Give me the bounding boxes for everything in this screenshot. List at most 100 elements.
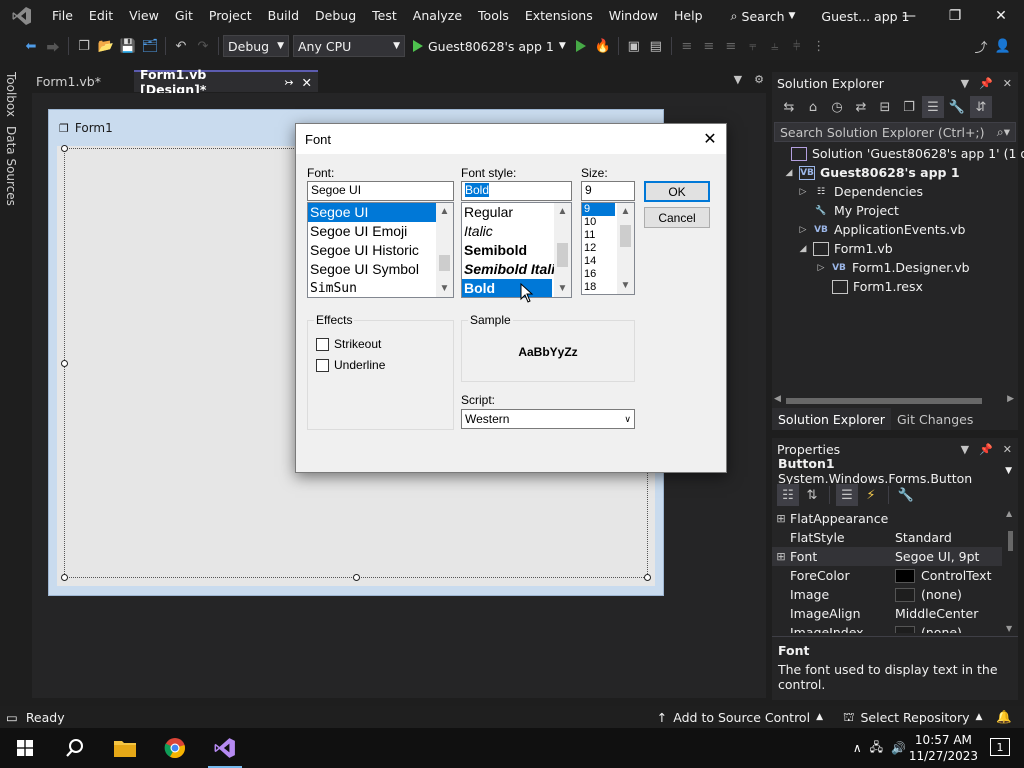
switch-views-icon[interactable]: ⇆: [778, 96, 800, 118]
scroll-thumb[interactable]: [786, 398, 982, 404]
browser-link-icon[interactable]: ▣: [623, 35, 645, 57]
clock[interactable]: 10:57 AM 11/27/2023: [909, 732, 978, 764]
scroll-down-icon[interactable]: ▼: [436, 280, 453, 297]
property-row[interactable]: FlatStyle Standard: [772, 528, 1002, 547]
chrome-button[interactable]: [150, 728, 200, 768]
font-list-item[interactable]: SimSun: [308, 279, 453, 297]
resize-handle[interactable]: [644, 574, 651, 581]
expand-arrow-icon[interactable]: ▷: [816, 263, 826, 273]
scroll-thumb[interactable]: [439, 255, 450, 271]
close-icon[interactable]: ✕: [698, 128, 722, 150]
history-icon[interactable]: ◷: [826, 96, 848, 118]
tree-item-application-events[interactable]: ▷ VB ApplicationEvents.vb: [798, 220, 966, 239]
close-button[interactable]: ✕: [978, 0, 1024, 32]
menu-project[interactable]: Project: [201, 0, 260, 32]
scroll-left-icon[interactable]: ◀: [774, 394, 781, 404]
chevron-down-icon[interactable]: ▼: [734, 73, 742, 86]
collapse-arrow-icon[interactable]: ◢: [798, 244, 808, 254]
script-combo[interactable]: Western ∨: [461, 409, 635, 429]
property-grid-scrollbar[interactable]: ▲ ▼: [1004, 509, 1016, 633]
property-value[interactable]: Segoe UI, 9pt: [892, 549, 1002, 564]
menu-debug[interactable]: Debug: [307, 0, 364, 32]
search-button[interactable]: [50, 728, 100, 768]
live-share-icon[interactable]: ⤴: [970, 35, 992, 57]
size-list-scrollbar[interactable]: ▲ ▼: [617, 203, 634, 294]
layout-icon[interactable]: ▤: [645, 35, 667, 57]
tab-form1-code[interactable]: Form1.vb*: [30, 70, 134, 92]
font-style-field[interactable]: Bold: [461, 181, 572, 201]
scroll-up-icon[interactable]: ▲: [617, 203, 634, 220]
cancel-button[interactable]: Cancel: [644, 207, 710, 228]
feedback-icon[interactable]: 👤: [992, 35, 1014, 57]
scroll-right-icon[interactable]: ▶: [1007, 394, 1014, 404]
new-project-icon[interactable]: ❐: [73, 35, 95, 57]
visual-studio-logo-icon[interactable]: [0, 0, 44, 32]
select-repository-button[interactable]: ⛫ Select Repository ▲: [843, 709, 982, 726]
font-list-scrollbar[interactable]: ▲ ▼: [436, 203, 453, 297]
pin-icon[interactable]: 📌: [979, 77, 993, 90]
resize-handle[interactable]: [61, 145, 68, 152]
resize-handle[interactable]: [61, 574, 68, 581]
property-value-cell[interactable]: (none): [892, 625, 1002, 633]
toolbox-tab[interactable]: Toolbox: [4, 72, 18, 117]
notification-center-button[interactable]: 1: [990, 738, 1010, 756]
size-list-item[interactable]: 9: [582, 203, 615, 216]
property-value-cell[interactable]: (none): [892, 587, 1002, 602]
property-row[interactable]: ImageIndex (none): [772, 623, 1002, 633]
save-icon[interactable]: 💾: [117, 35, 139, 57]
font-list-item[interactable]: Segoe UI Emoji: [308, 222, 453, 241]
pin-icon[interactable]: ↣: [284, 76, 293, 89]
ok-button[interactable]: OK: [644, 181, 710, 202]
property-row[interactable]: ⊞ FlatAppearance: [772, 509, 1002, 528]
configuration-combo[interactable]: Debug ▼: [223, 35, 289, 57]
property-value[interactable]: MiddleCenter: [892, 606, 1002, 621]
resize-handle[interactable]: [353, 574, 360, 581]
network-icon[interactable]: 🖧: [870, 738, 883, 759]
sync-icon[interactable]: ⇄: [850, 96, 872, 118]
style-list-item[interactable]: Bold: [462, 279, 552, 297]
scroll-up-icon[interactable]: ▲: [436, 203, 453, 220]
scroll-down-icon[interactable]: ▼: [554, 280, 571, 297]
align-middle-icon[interactable]: ⫨: [764, 35, 786, 57]
show-all-files-icon[interactable]: ❐: [898, 96, 920, 118]
preview-icon[interactable]: ⇵: [970, 96, 992, 118]
font-size-list[interactable]: 9 10 11 12 14 16 18 ▲ ▼: [581, 202, 635, 295]
tab-form1-design[interactable]: Form1.vb [Design]* ↣ ✕: [134, 67, 318, 97]
scroll-down-icon[interactable]: ▼: [617, 277, 634, 294]
menu-edit[interactable]: Edit: [81, 0, 121, 32]
close-icon[interactable]: ✕: [302, 75, 312, 90]
tab-git-changes[interactable]: Git Changes: [891, 408, 979, 430]
chevron-down-icon[interactable]: ▼: [961, 77, 969, 90]
platform-combo[interactable]: Any CPU ▼: [293, 35, 405, 57]
property-pages-icon[interactable]: 🔧: [895, 484, 917, 506]
add-to-source-control-button[interactable]: ↑ Add to Source Control ▲: [657, 710, 823, 725]
tree-item-my-project[interactable]: 🔧 My Project: [798, 201, 899, 220]
align-center-icon[interactable]: ≡: [698, 35, 720, 57]
menu-view[interactable]: View: [121, 0, 167, 32]
horizontal-scrollbar[interactable]: ◀ ▶: [772, 394, 1018, 408]
tree-item-form1-designer[interactable]: ▷ VB Form1.Designer.vb: [816, 258, 970, 277]
home-icon[interactable]: ⌂: [802, 96, 824, 118]
filter-icon[interactable]: ☰: [922, 96, 944, 118]
property-row[interactable]: ForeColor ControlText: [772, 566, 1002, 585]
tree-item-solution[interactable]: Solution 'Guest80628's app 1' (1 of 1 pr…: [776, 144, 1024, 163]
property-value-cell[interactable]: ControlText: [892, 568, 1002, 583]
tree-item-dependencies[interactable]: ▷ ☷ Dependencies: [798, 182, 923, 201]
start-button[interactable]: [0, 728, 50, 768]
scroll-up-icon[interactable]: ▲: [554, 203, 571, 220]
font-list[interactable]: Segoe UI Segoe UI Emoji Segoe UI Histori…: [307, 202, 454, 298]
expand-arrow-icon[interactable]: ▷: [798, 187, 808, 197]
menu-window[interactable]: Window: [601, 0, 666, 32]
font-list-item[interactable]: Segoe UI: [308, 203, 436, 222]
collapse-all-icon[interactable]: ⊟: [874, 96, 896, 118]
font-style-list[interactable]: Regular Italic Semibold Semibold Italic …: [461, 202, 572, 298]
volume-icon[interactable]: 🔊: [891, 741, 906, 755]
align-bottom-icon[interactable]: ⫩: [786, 35, 808, 57]
tree-item-project[interactable]: ◢ VB Guest80628's app 1: [784, 163, 960, 182]
expand-icon[interactable]: ⊞: [772, 550, 790, 563]
scroll-down-icon[interactable]: ▼: [1006, 624, 1012, 633]
align-top-icon[interactable]: ⫧: [742, 35, 764, 57]
save-all-icon[interactable]: 🗂: [139, 35, 161, 57]
close-icon[interactable]: ✕: [1003, 443, 1012, 456]
menu-test[interactable]: Test: [364, 0, 405, 32]
